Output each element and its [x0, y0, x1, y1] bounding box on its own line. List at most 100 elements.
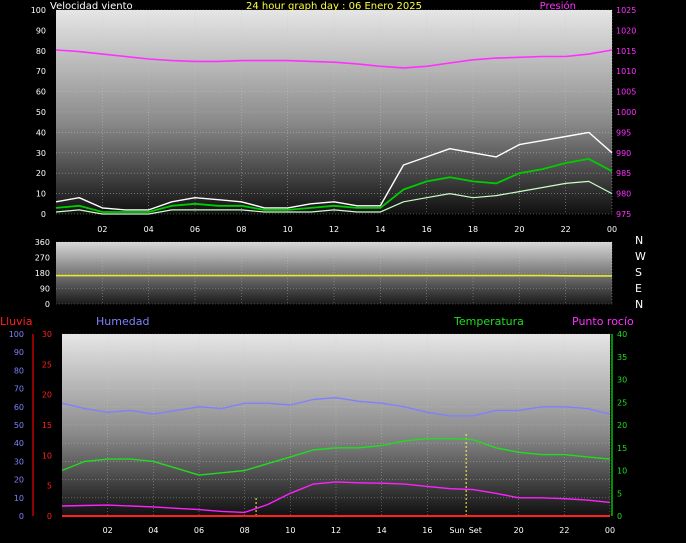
wind-tick-label: 80 — [36, 47, 46, 56]
wind-pressure-x-axis-labels: 02 04 06 08 10 12 14 16 18 20 22 00 — [97, 225, 617, 234]
humidity-tick-label: 20 — [14, 476, 24, 485]
humidity-tick-label: 40 — [14, 439, 24, 448]
pressure-tick-label: 975 — [616, 210, 631, 219]
direction-tick-label: 90 — [40, 285, 50, 294]
pressure-label: Presión — [540, 0, 576, 12]
humidity-tick-label: 90 — [14, 348, 24, 357]
hour-tick-label: 10 — [283, 225, 293, 234]
temperature-tick-label: 0 — [617, 512, 622, 521]
wind-tick-label: 20 — [36, 169, 46, 178]
temperature-label: Temperatura — [453, 315, 524, 328]
hour-tick-label: 16 — [422, 526, 432, 535]
rain-axis-labels: 0 5 10 15 20 25 30 — [42, 330, 52, 521]
wind-tick-label: 50 — [36, 108, 46, 117]
temp-humidity-x-axis-labels: 02 04 06 08 10 12 14 16 Sun Set 20 22 00 — [103, 526, 616, 535]
compass-label: S — [635, 266, 642, 279]
weather-24h-chart: 0102030405060708090100 97598098599099510… — [0, 0, 646, 535]
wind-tick-label: 60 — [36, 88, 46, 97]
temperature-tick-label: 15 — [617, 444, 627, 453]
hour-tick-label: 06 — [194, 526, 204, 535]
hour-tick-label: 00 — [605, 526, 615, 535]
hour-tick-label: 04 — [144, 225, 154, 234]
rain-tick-label: 20 — [42, 391, 52, 400]
rain-tick-label: 0 — [47, 512, 52, 521]
temperature-tick-label: 20 — [617, 421, 627, 430]
humidity-tick-label: 10 — [14, 494, 24, 503]
hour-tick-label: 02 — [97, 225, 107, 234]
hour-tick-label: 22 — [561, 225, 571, 234]
rain-tick-label: 15 — [42, 421, 52, 430]
hour-tick-label: 08 — [240, 526, 250, 535]
temperature-tick-label: 5 — [617, 489, 622, 498]
humidity-label: Humedad — [96, 315, 149, 328]
hour-tick-label: 22 — [559, 526, 569, 535]
temperature-tick-label: 40 — [617, 330, 627, 339]
pressure-tick-label: 1000 — [616, 108, 636, 117]
compass-label: E — [635, 282, 642, 295]
compass-label: W — [635, 250, 646, 263]
chart-title: 24 hour graph day : 06 Enero 2025 — [246, 1, 422, 12]
pressure-axis-labels: 975 980 985 990 995 1000 1005 1010 1015 1020 1025 — [616, 6, 636, 219]
temperature-tick-label: 30 — [617, 376, 627, 385]
rain-tick-label: 30 — [42, 330, 52, 339]
hour-tick-label: 14 — [375, 225, 385, 234]
humidity-axis-labels: 0 10 20 30 40 50 60 70 80 90 100 — [9, 330, 24, 521]
hour-tick-label: 08 — [236, 225, 246, 234]
hour-tick-label: 06 — [190, 225, 200, 234]
pressure-tick-label: 990 — [616, 149, 631, 158]
wind-axis-labels: 0 10 20 30 40 50 60 70 80 90 100 — [31, 6, 46, 219]
pressure-tick-label: 1005 — [616, 88, 636, 97]
direction-tick-label: 360 — [35, 238, 50, 247]
hour-tick-label: Set — [469, 526, 482, 535]
hour-tick-label: 14 — [377, 526, 387, 535]
wind-tick-label: 0 — [41, 210, 46, 219]
direction-tick-label: 270 — [35, 254, 50, 263]
pressure-tick-label: 1015 — [616, 47, 636, 56]
direction-axis-labels: 0 90 180 270 360 — [35, 238, 50, 309]
direction-tick-label: 0 — [45, 300, 50, 309]
pressure-tick-label: 1025 — [616, 6, 636, 15]
pressure-tick-label: 1010 — [616, 67, 636, 76]
direction-tick-label: 180 — [35, 269, 50, 278]
humidity-tick-label: 70 — [14, 385, 24, 394]
wind-tick-label: 40 — [36, 128, 46, 137]
hour-tick-label: Sun — [449, 526, 464, 535]
temperature-tick-label: 25 — [617, 398, 627, 407]
pressure-tick-label: 995 — [616, 128, 631, 137]
hour-tick-label: 12 — [329, 225, 339, 234]
hour-tick-label: 04 — [148, 526, 158, 535]
hour-tick-label: 00 — [607, 225, 617, 234]
humidity-tick-label: 60 — [14, 403, 24, 412]
compass-label: N — [635, 298, 643, 311]
hour-tick-label: 18 — [468, 225, 478, 234]
hour-tick-label: 02 — [103, 526, 113, 535]
compass-label: N — [635, 234, 643, 247]
humidity-tick-label: 50 — [14, 421, 24, 430]
hour-tick-label: 12 — [331, 526, 341, 535]
rain-tick-label: 25 — [42, 360, 52, 369]
weather-graph-page: 0 10 20 30 40 50 60 70 80 90 100 975 980 985 990 995 10… — [0, 0, 686, 543]
hour-tick-label: 16 — [422, 225, 432, 234]
compass-labels: NWSEN — [635, 234, 646, 311]
wind-tick-label: 100 — [31, 6, 46, 15]
wind-tick-label: 10 — [36, 190, 46, 199]
temperature-tick-label: 35 — [617, 353, 627, 362]
hour-tick-label: 20 — [514, 225, 524, 234]
humidity-tick-label: 0 — [19, 512, 24, 521]
wind-tick-label: 70 — [36, 67, 46, 76]
pressure-tick-label: 980 — [616, 190, 631, 199]
temperature-axis-labels: 0 5 10 15 20 25 30 35 40 — [617, 330, 627, 521]
wind-tick-label: 30 — [36, 149, 46, 158]
pressure-tick-label: 1020 — [616, 26, 636, 35]
rain-tick-label: 5 — [47, 482, 52, 491]
temperature-tick-label: 10 — [617, 467, 627, 476]
wind-tick-label: 90 — [36, 26, 46, 35]
humidity-tick-label: 80 — [14, 366, 24, 375]
rain-label: Lluvia — [0, 315, 32, 328]
wind-speed-label: Velocidad viento — [50, 1, 133, 12]
humidity-tick-label: 100 — [9, 330, 24, 339]
hour-tick-label: 20 — [514, 526, 524, 535]
dewpoint-label: Punto rocío — [572, 315, 634, 328]
hour-tick-label: 10 — [285, 526, 295, 535]
humidity-tick-label: 30 — [14, 457, 24, 466]
